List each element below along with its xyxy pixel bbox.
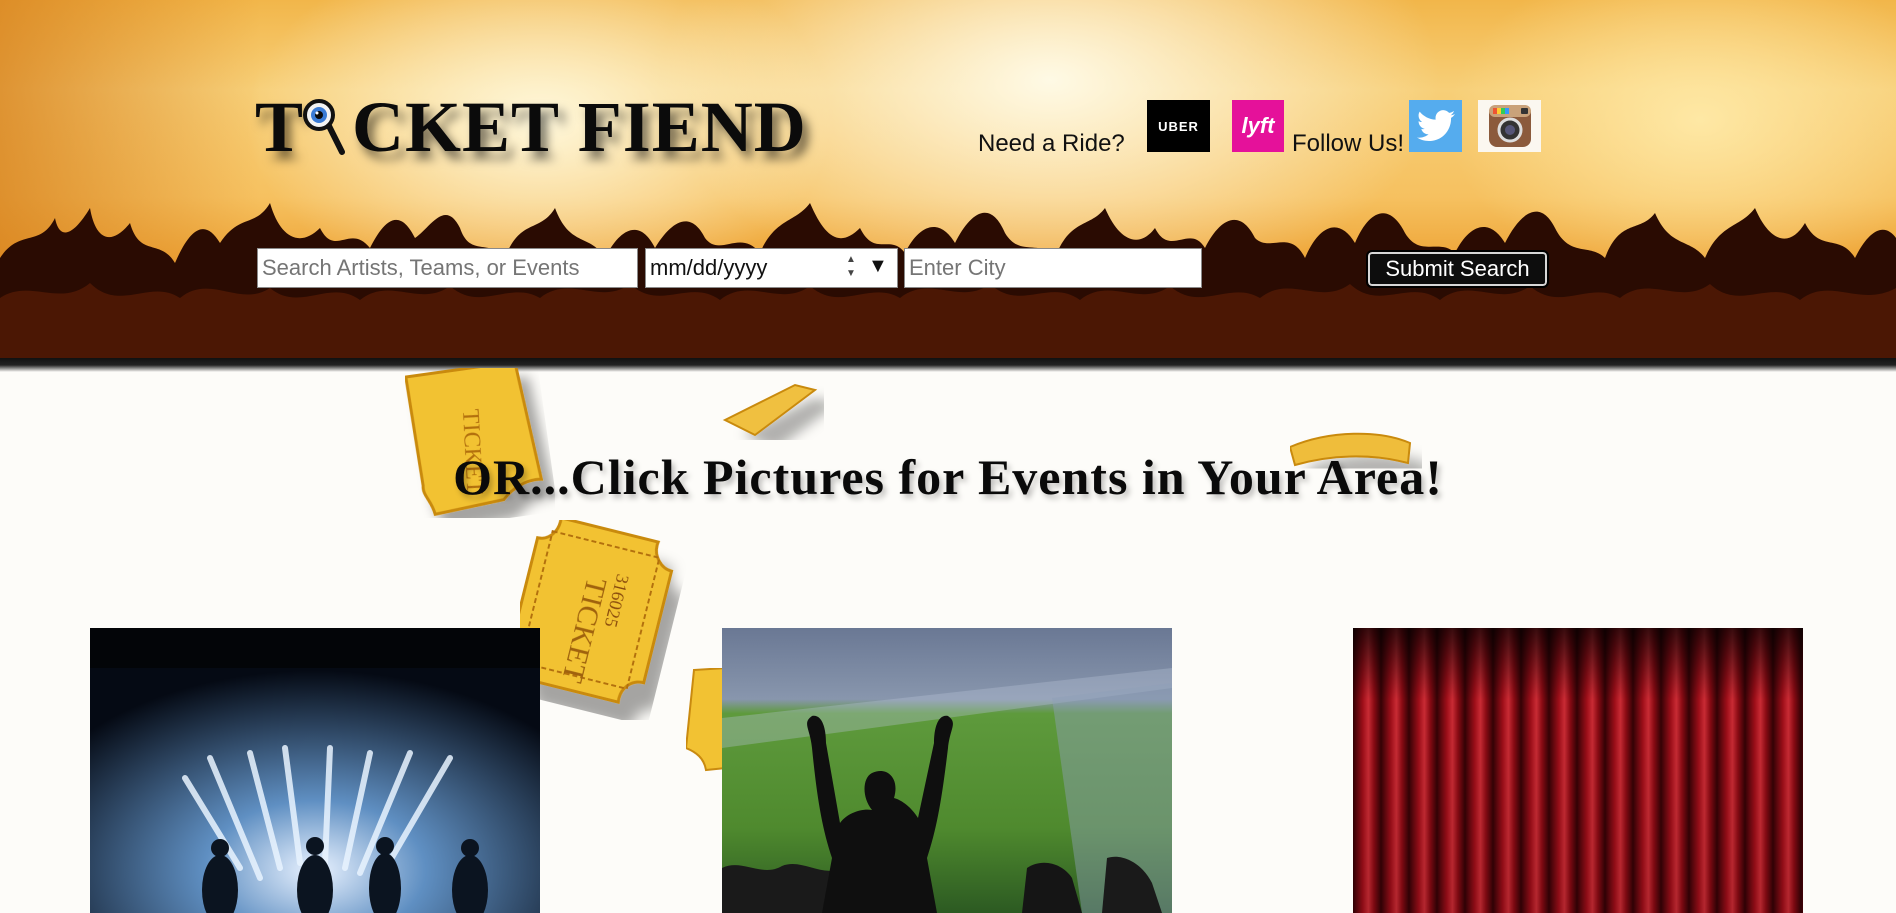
stadium-fan-image (722, 628, 1172, 913)
logo-suffix: CKET FIEND (352, 87, 807, 167)
sports-category-tile[interactable] (722, 628, 1172, 913)
date-placeholder: mm/dd/yyyy (650, 255, 768, 280)
logo-prefix: T (255, 87, 305, 167)
city-placeholder: Enter City (909, 255, 1006, 280)
date-spinner-icon[interactable]: ▲ ▼ (842, 253, 860, 283)
golden-ticket-numbered-decor: 316025 TICKET (520, 520, 674, 705)
concert-category-tile[interactable] (90, 628, 540, 913)
concert-stage-image (90, 628, 540, 913)
golden-ticket-small-decor (722, 383, 818, 437)
magnifying-eye-icon (303, 99, 345, 155)
lyft-logo[interactable]: lyft (1232, 100, 1284, 152)
instagram-camera-icon (1488, 105, 1531, 147)
calendar-dropdown-icon[interactable]: ▼ (868, 255, 888, 278)
site-header (0, 0, 1896, 358)
uber-text: UBER (1158, 118, 1199, 134)
date-input[interactable]: mm/dd/yyyy ▲ ▼ ▼ (645, 248, 898, 288)
search-placeholder: Search Artists, Teams, or Events (262, 255, 580, 280)
uber-logo[interactable]: UBER (1147, 100, 1210, 152)
twitter-bird-icon (1416, 110, 1455, 142)
city-input[interactable]: Enter City (904, 248, 1202, 288)
red-curtain-image (1353, 628, 1803, 913)
golden-ticket-edge-decor (686, 668, 726, 772)
need-a-ride-label: Need a Ride? (978, 130, 1125, 157)
submit-search-button[interactable]: Submit Search (1366, 250, 1549, 288)
area-events-headline: OR...Click Pictures for Events in Your A… (453, 449, 1443, 505)
follow-us-label: Follow Us! (1292, 130, 1405, 157)
header-bottom-border (0, 358, 1896, 372)
twitter-icon[interactable] (1409, 100, 1462, 152)
lyft-text: lyft (1241, 113, 1275, 138)
instagram-icon[interactable] (1478, 100, 1541, 152)
theater-category-tile[interactable] (1353, 628, 1803, 913)
search-input[interactable]: Search Artists, Teams, or Events (257, 248, 638, 288)
